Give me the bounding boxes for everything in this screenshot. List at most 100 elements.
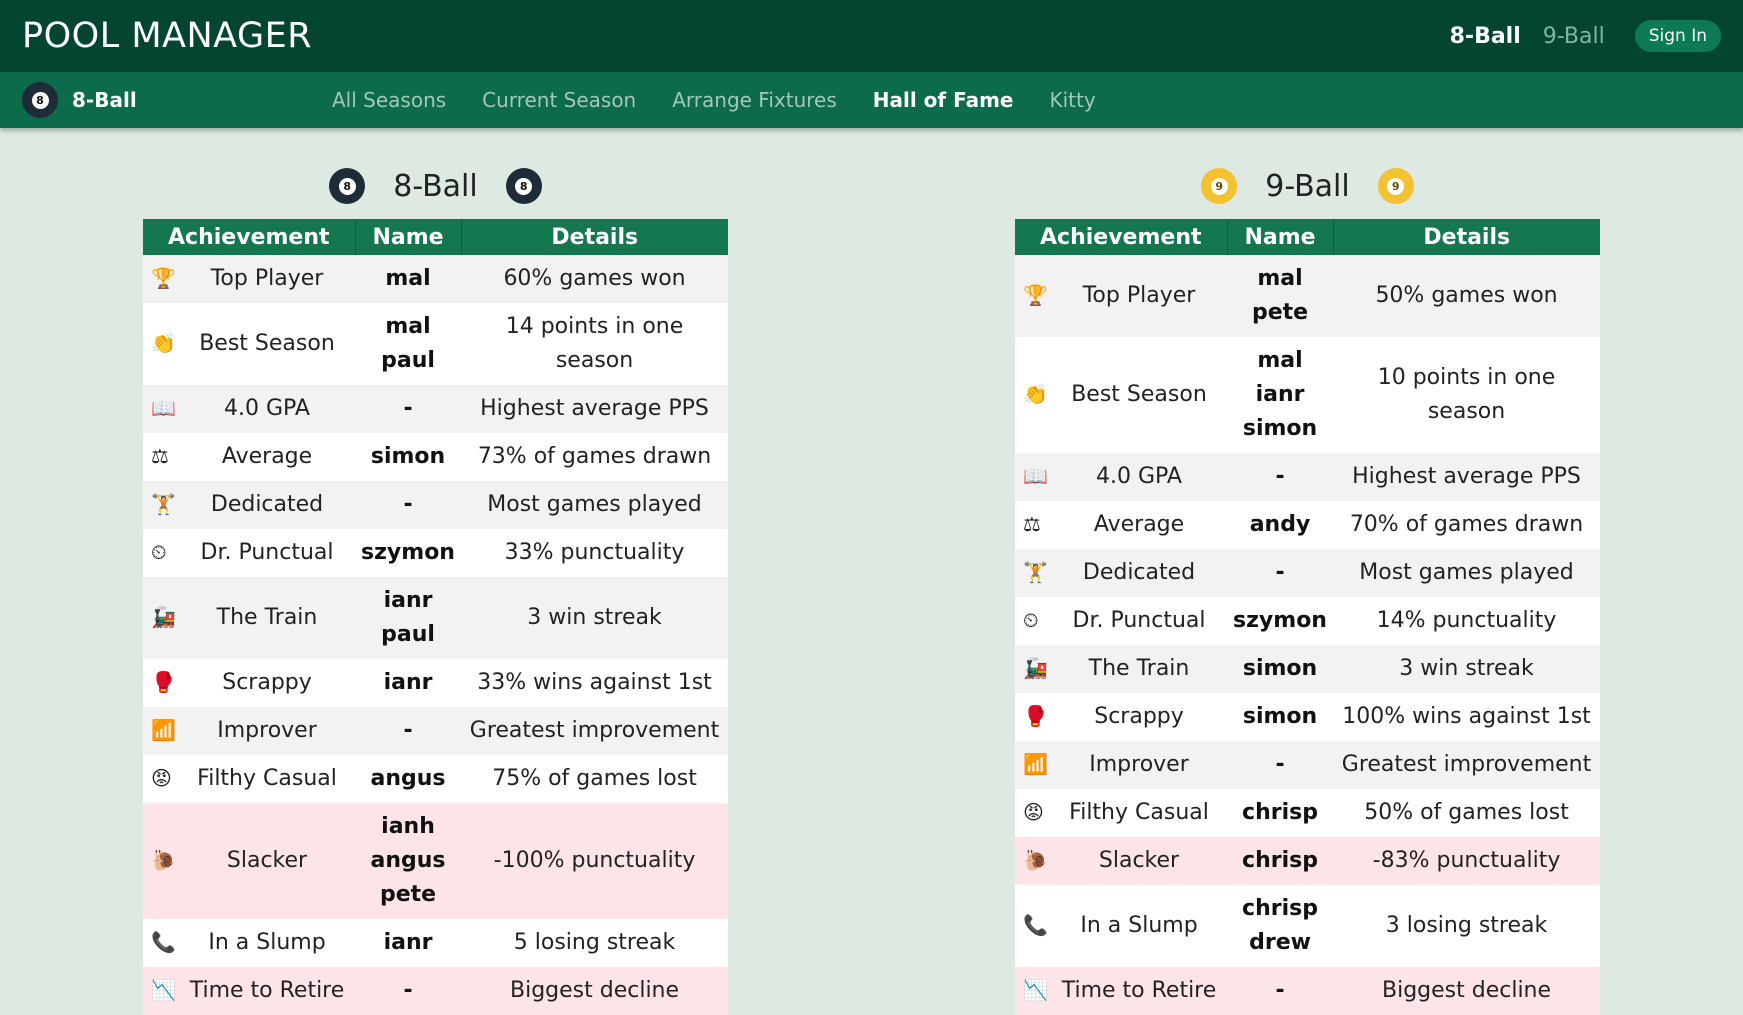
table-row: 📖 4.0 GPA - Highest average PPS xyxy=(143,385,729,433)
player-names: simon xyxy=(355,433,462,481)
player-names: - xyxy=(355,707,462,755)
table-row: 🥊 Scrappy ianr 33% wins against 1st xyxy=(143,659,729,707)
achievement-label: Filthy Casual xyxy=(179,755,356,803)
achievement-label: Slacker xyxy=(179,803,356,919)
top-nav: 8-Ball 9-Ball Sign In xyxy=(1450,20,1721,52)
table-row: ⏲ Dr. Punctual szymon 33% punctuality xyxy=(143,529,729,577)
player-names: mal ianr simon xyxy=(1227,337,1334,453)
app-brand[interactable]: POOL MANAGER xyxy=(22,16,312,56)
achievement-label: Average xyxy=(1051,501,1228,549)
ball-number: 8 xyxy=(31,91,49,109)
achievement-details: 3 losing streak xyxy=(1333,885,1601,967)
player-name: simon xyxy=(1242,416,1318,441)
achievement-icon-cell: 😡 xyxy=(143,755,179,803)
player-names: - xyxy=(355,481,462,529)
player-names: - xyxy=(1227,549,1334,597)
player-names: ianr paul xyxy=(355,577,462,659)
table-row: 😡 Filthy Casual angus 75% of games lost xyxy=(143,755,729,803)
table-row: 🚂 The Train ianr paul 3 win streak xyxy=(143,577,729,659)
achievement-label: Scrappy xyxy=(179,659,356,707)
boxing-glove-icon: 🥊 xyxy=(151,670,176,694)
top-link-8-ball[interactable]: 8-Ball xyxy=(1450,24,1521,49)
player-names: ianh angus pete xyxy=(355,803,462,919)
player-names: chrisp drew xyxy=(1227,885,1334,967)
subnav-title[interactable]: 8-Ball xyxy=(72,88,137,112)
player-name: ianr xyxy=(383,588,433,613)
achievement-icon-cell: 📉 xyxy=(1015,967,1051,1015)
top-link-9-ball[interactable]: 9-Ball xyxy=(1543,24,1605,49)
snail-icon: 🐌 xyxy=(151,848,176,872)
player-name: paul xyxy=(381,348,435,373)
achievement-label: The Train xyxy=(179,577,356,659)
player-name: chrisp xyxy=(1242,848,1318,873)
sign-in-button[interactable]: Sign In xyxy=(1634,20,1721,52)
table-row: 🐌 Slacker chrisp -83% punctuality xyxy=(1015,837,1601,885)
achievement-details: Biggest decline xyxy=(1333,967,1601,1015)
player-name: paul xyxy=(381,622,435,647)
sub-nav: 8 8-Ball All Seasons Current Season Arra… xyxy=(0,72,1743,128)
achievement-icon-cell: 🏆 xyxy=(143,255,179,303)
player-names: ianr xyxy=(355,919,462,967)
player-name: simon xyxy=(1242,704,1318,729)
player-names: simon xyxy=(1227,693,1334,741)
achievement-icon-cell: 🥊 xyxy=(143,659,179,707)
phone-icon: 📞 xyxy=(151,930,176,954)
column-header-name: Name xyxy=(355,219,462,255)
table-row: 📖 4.0 GPA - Highest average PPS xyxy=(1015,453,1601,501)
panel-header: 8 8-Ball 8 xyxy=(143,160,728,212)
achievement-icon-cell: 🚂 xyxy=(1015,645,1051,693)
angry-face-icon: 😡 xyxy=(1023,800,1044,824)
achievement-details: 10 points in one season xyxy=(1333,337,1601,453)
table-row: 🏆 Top Player mal pete 50% games won xyxy=(1015,255,1601,337)
achievement-label: Average xyxy=(179,433,356,481)
tab-current-season[interactable]: Current Season xyxy=(482,88,636,112)
player-name: mal xyxy=(385,266,431,291)
achievement-details: Highest average PPS xyxy=(1333,453,1601,501)
hall-of-fame-table: Achievement Name Details 🏆 Top Player mal pete… xyxy=(1015,219,1601,1015)
table-row: 📞 In a Slump chrisp drew 3 losing streak xyxy=(1015,885,1601,967)
achievement-label: Dr. Punctual xyxy=(179,529,356,577)
player-name: mal xyxy=(1257,348,1303,373)
column-header-details: Details xyxy=(461,219,729,255)
nine-ball-icon: 9 xyxy=(1201,168,1238,204)
achievement-details: 73% of games drawn xyxy=(461,433,729,481)
achievement-icon-cell: 🏋 xyxy=(143,481,179,529)
achievement-icon-cell: 🥊 xyxy=(1015,693,1051,741)
player-name: andy xyxy=(1249,512,1311,537)
table-header-row: Achievement Name Details xyxy=(1015,219,1601,255)
achievement-icon-cell: 📞 xyxy=(1015,885,1051,967)
tab-hall-of-fame[interactable]: Hall of Fame xyxy=(873,88,1014,112)
player-names: - xyxy=(355,967,462,1015)
table-row: 📉 Time to Retire - Biggest decline xyxy=(143,967,729,1015)
player-name: pete xyxy=(379,882,437,907)
player-names: chrisp xyxy=(1227,789,1334,837)
tab-arrange-fixtures[interactable]: Arrange Fixtures xyxy=(672,88,837,112)
achievement-label: The Train xyxy=(1051,645,1228,693)
achievement-label: In a Slump xyxy=(1051,885,1228,967)
player-name: simon xyxy=(1242,656,1318,681)
player-name: mal xyxy=(1257,266,1303,291)
player-name: drew xyxy=(1249,930,1311,955)
nine-ball-icon: 9 xyxy=(1377,168,1414,204)
table-header-row: Achievement Name Details xyxy=(143,219,729,255)
table-row: 😡 Filthy Casual chrisp 50% of games lost xyxy=(1015,789,1601,837)
trophy-icon: 🏆 xyxy=(151,266,176,290)
achievement-details: 70% of games drawn xyxy=(1333,501,1601,549)
tab-all-seasons[interactable]: All Seasons xyxy=(332,88,446,112)
player-name: angus xyxy=(370,766,446,791)
scales-icon: ⚖ xyxy=(1023,512,1041,536)
table-row: 🏋 Dedicated - Most games played xyxy=(143,481,729,529)
achievement-details: Biggest decline xyxy=(461,967,729,1015)
clock-icon: ⏲ xyxy=(151,540,167,564)
column-header-achievement: Achievement xyxy=(143,219,356,255)
player-name: pete xyxy=(1251,300,1309,325)
achievement-details: 60% games won xyxy=(461,255,729,303)
decline-chart-icon: 📉 xyxy=(1023,978,1048,1002)
tab-kitty[interactable]: Kitty xyxy=(1049,88,1095,112)
player-names: - xyxy=(1227,453,1334,501)
eight-ball-icon: 8 xyxy=(22,82,58,118)
eight-ball-panel: 8 8-Ball 8 Achievement Name Details 🏆 Top Playe… xyxy=(143,160,729,1015)
achievement-icon-cell: ⏲ xyxy=(143,529,179,577)
chart-icon: 📶 xyxy=(151,718,176,742)
trophy-icon: 🏆 xyxy=(1023,283,1048,307)
